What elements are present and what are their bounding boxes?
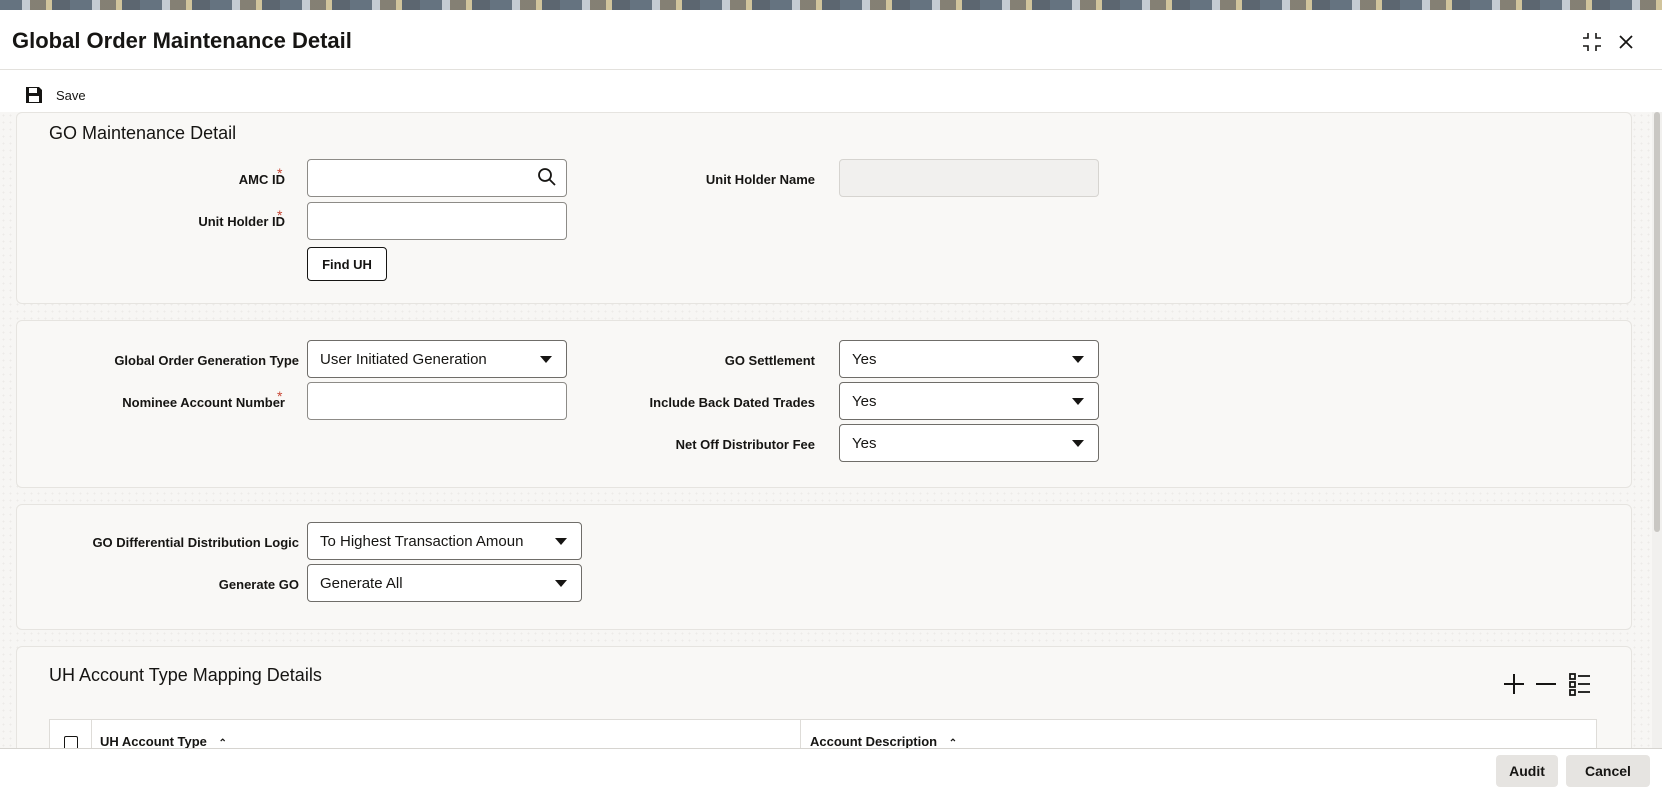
toolbar: Save [0,78,1662,114]
dropdown-caret-icon [540,356,552,363]
include-back-dated-label: Include Back Dated Trades [649,395,815,410]
column-divider [800,720,801,748]
remove-row-icon[interactable] [1533,671,1559,697]
go-settlement-label: GO Settlement [724,353,815,368]
amc-id-field [307,159,567,197]
include-back-dated-select[interactable]: Yes [839,382,1099,420]
dropdown-caret-icon [1072,398,1084,405]
cancel-button[interactable]: Cancel [1566,755,1650,787]
search-icon[interactable] [537,167,557,187]
section-title-go-maintenance: GO Maintenance Detail [49,123,237,143]
sort-ascending-icon: ⌃ [218,738,227,748]
dropdown-caret-icon [555,538,567,545]
collapse-icon [1583,33,1601,51]
column-header-label: Account Description [810,734,938,748]
generate-go-label: Generate GO [218,577,299,592]
vertical-scrollbar[interactable] [1652,112,1662,748]
dropdown-caret-icon [1072,440,1084,447]
nominee-account-label: Nominee Account Number [122,395,285,410]
content-area[interactable]: GO Maintenance Detail AMC ID * Unit Hold… [0,112,1662,748]
distribution-panel: GO Differential Distribution Logic To Hi… [16,504,1632,630]
save-button[interactable]: Save [24,82,86,108]
amc-id-input[interactable] [307,159,567,197]
close-icon [1619,35,1633,49]
net-off-fee-value: Yes [852,434,877,452]
select-all-checkbox[interactable] [64,736,78,748]
dropdown-caret-icon [1072,356,1084,363]
go-maintenance-detail-panel: GO Maintenance Detail AMC ID * Unit Hold… [16,112,1632,304]
section-title-mapping: UH Account Type Mapping Details [49,665,322,685]
save-icon [26,87,42,103]
required-marker: * [277,165,283,181]
add-row-icon[interactable] [1501,671,1527,697]
distribution-logic-select[interactable]: To Highest Transaction Amoun [307,522,582,560]
net-off-fee-label: Net Off Distributor Fee [675,437,815,452]
mapping-grid: UH Account Type ⌃ Account Description ⌃ [49,719,1597,748]
dropdown-caret-icon [555,580,567,587]
column-header-account-description[interactable]: Account Description ⌃ [810,734,957,748]
distribution-logic-value: To Highest Transaction Amoun [320,532,524,550]
go-settlement-value: Yes [852,350,877,368]
column-header-uh-account-type[interactable]: UH Account Type ⌃ [100,734,227,748]
nominee-account-input[interactable] [307,382,567,420]
go-generation-type-select[interactable]: User Initiated Generation [307,340,567,378]
audit-button[interactable]: Audit [1496,755,1558,787]
select-all-cell [50,720,92,748]
include-back-dated-value: Yes [852,392,877,410]
net-off-fee-select[interactable]: Yes [839,424,1099,462]
go-generation-type-label: Global Order Generation Type [114,353,299,368]
title-bar: Global Order Maintenance Detail [0,10,1662,70]
save-label: Save [56,87,86,103]
go-generation-type-value: User Initiated Generation [320,350,487,368]
required-marker: * [277,207,283,223]
close-button[interactable] [1612,28,1640,56]
sort-ascending-icon: ⌃ [948,738,958,748]
footer-bar: Audit Cancel [0,748,1662,792]
generation-settings-panel: Global Order Generation Type User Initia… [16,320,1632,488]
required-marker: * [277,388,283,404]
unit-holder-id-label: Unit Holder ID [198,214,285,229]
mapping-panel: UH Account Type Mapping Details UH Accou… [16,646,1632,748]
unit-holder-name-label: Unit Holder Name [705,172,815,187]
generate-go-value: Generate All [320,574,403,592]
page-title: Global Order Maintenance Detail [12,28,352,53]
top-banner-strip [0,0,1662,10]
single-record-view-icon[interactable] [1567,671,1593,697]
unit-holder-name-input [839,159,1099,197]
distribution-logic-label: GO Differential Distribution Logic [92,535,299,550]
column-header-label: UH Account Type [100,734,207,748]
scrollbar-thumb[interactable] [1654,112,1660,532]
go-settlement-select[interactable]: Yes [839,340,1099,378]
find-uh-button[interactable]: Find UH [307,247,387,281]
generate-go-select[interactable]: Generate All [307,564,582,602]
unit-holder-id-input[interactable] [307,202,567,240]
maximize-button[interactable] [1578,28,1606,56]
